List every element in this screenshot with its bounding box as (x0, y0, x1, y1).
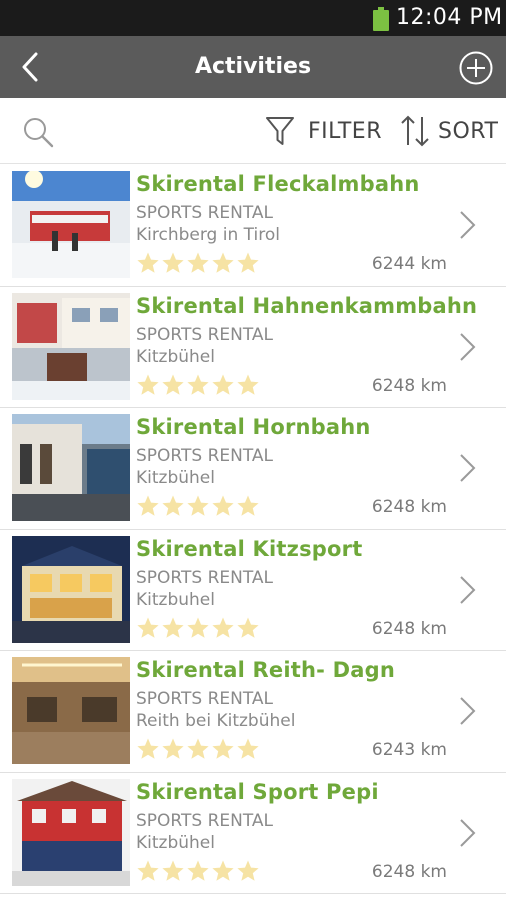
activity-location: Kitzbuhel (136, 589, 215, 610)
activity-thumbnail (12, 657, 130, 764)
activity-thumbnail (12, 292, 130, 400)
star-icon (162, 860, 184, 881)
activity-category: SPORTS RENTAL (136, 203, 274, 223)
chevron-right-icon[interactable] (456, 209, 478, 241)
chevron-right-icon[interactable] (456, 574, 478, 606)
back-arrow-icon[interactable] (14, 50, 48, 84)
activities-list: Skirental Fleckalmbahn SPORTS RENTAL Kir… (0, 165, 506, 894)
activity-distance: 6248 km (371, 375, 447, 396)
chevron-right-icon[interactable] (456, 695, 478, 727)
star-icon (162, 374, 184, 395)
rating-stars (136, 373, 261, 397)
activity-name: Skirental Fleckalmbahn (136, 172, 420, 196)
activity-location: Kitzbühel (136, 832, 215, 853)
star-icon (162, 252, 184, 273)
rating-stars (136, 494, 261, 518)
chevron-right-icon[interactable] (456, 817, 478, 849)
activity-distance: 6248 km (371, 861, 447, 882)
chevron-right-icon[interactable] (456, 331, 478, 363)
activity-name: Skirental Hahnenkammbahn (136, 293, 478, 318)
activity-name: Skirental Sport Pepi (136, 779, 379, 804)
activity-location: Kirchberg in Tirol (136, 225, 280, 245)
activity-thumbnail (12, 171, 130, 278)
activity-category: SPORTS RENTAL (136, 446, 274, 466)
activity-name: Skirental Kitzsport (136, 536, 363, 561)
rating-stars (136, 251, 261, 275)
star-icon (137, 495, 159, 516)
page-title: Activities (194, 54, 312, 79)
star-icon (237, 617, 259, 638)
star-icon (187, 252, 209, 273)
star-icon (237, 252, 259, 273)
star-icon (187, 617, 209, 638)
status-bar: 12:04 PM (0, 0, 506, 36)
activity-category: SPORTS RENTAL (136, 810, 274, 831)
filter-button[interactable]: FILTER (264, 110, 382, 152)
star-icon (212, 495, 234, 516)
activity-location: Kitzbühel (136, 468, 215, 488)
star-icon (212, 617, 234, 638)
list-item[interactable]: Skirental Fleckalmbahn SPORTS RENTAL Kir… (0, 165, 506, 287)
star-icon (162, 617, 184, 638)
star-icon (212, 374, 234, 395)
star-icon (237, 495, 259, 516)
activity-distance: 6243 km (371, 740, 447, 760)
list-item[interactable]: Skirental Sport Pepi SPORTS RENTAL Kitzb… (0, 772, 506, 894)
list-item[interactable]: Skirental Reith- Dagn SPORTS RENTAL Reit… (0, 651, 506, 773)
rating-stars (136, 616, 261, 640)
status-time: 12:04 PM (396, 5, 503, 30)
activity-location: Kitzbühel (136, 346, 215, 367)
list-item[interactable]: Skirental Hornbahn SPORTS RENTAL Kitzbüh… (0, 408, 506, 530)
activity-category: SPORTS RENTAL (136, 689, 274, 709)
battery-full-icon (373, 7, 389, 31)
activity-thumbnail (12, 778, 130, 886)
star-icon (137, 860, 159, 881)
star-icon (137, 738, 159, 759)
app-bar: Activities (0, 36, 506, 98)
star-icon (237, 860, 259, 881)
activity-name: Skirental Reith- Dagn (136, 658, 395, 682)
star-icon (162, 495, 184, 516)
star-icon (212, 738, 234, 759)
star-icon (212, 860, 234, 881)
star-icon (137, 374, 159, 395)
chevron-right-icon[interactable] (456, 452, 478, 484)
activity-category: SPORTS RENTAL (136, 324, 274, 345)
star-icon (137, 252, 159, 273)
star-icon (187, 374, 209, 395)
star-icon (162, 738, 184, 759)
star-icon (187, 860, 209, 881)
activity-distance: 6248 km (371, 618, 447, 639)
list-item[interactable]: Skirental Kitzsport SPORTS RENTAL Kitzbu… (0, 529, 506, 651)
rating-stars (136, 737, 261, 761)
star-icon (237, 374, 259, 395)
sort-label: SORT (438, 118, 499, 144)
search-icon[interactable] (20, 114, 56, 150)
toolbar: FILTER SORT (0, 98, 506, 164)
filter-label: FILTER (308, 118, 382, 144)
activity-name: Skirental Hornbahn (136, 415, 371, 439)
sort-icon (401, 115, 429, 147)
add-circle-icon[interactable] (458, 50, 494, 86)
star-icon (187, 495, 209, 516)
activity-thumbnail (12, 535, 130, 643)
activity-category: SPORTS RENTAL (136, 567, 274, 588)
filter-icon (266, 117, 294, 145)
star-icon (212, 252, 234, 273)
activity-thumbnail (12, 414, 130, 521)
list-item[interactable]: Skirental Hahnenkammbahn SPORTS RENTAL K… (0, 286, 506, 408)
activity-location: Reith bei Kitzbühel (136, 711, 296, 731)
rating-stars (136, 859, 261, 883)
star-icon (137, 617, 159, 638)
star-icon (237, 738, 259, 759)
star-icon (187, 738, 209, 759)
activity-distance: 6244 km (371, 254, 447, 274)
activity-distance: 6248 km (371, 497, 447, 517)
sort-button[interactable]: SORT (398, 110, 498, 152)
